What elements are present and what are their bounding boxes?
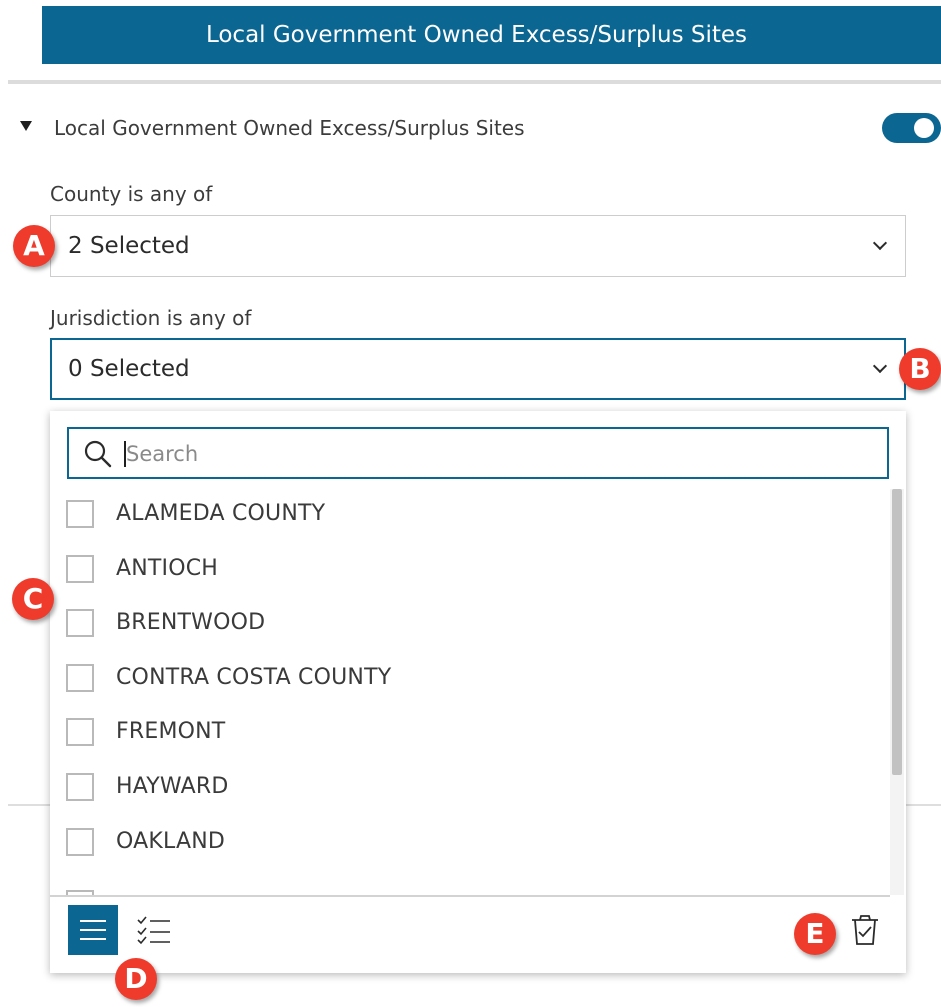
list-item-label: ANTIOCH — [116, 556, 219, 581]
option-list: ALAMEDA COUNTY ANTIOCH BRENTWOOD CONTRA … — [50, 489, 888, 895]
clear-selection-icon — [852, 915, 878, 945]
list-item-label: OAKLAND — [116, 829, 226, 854]
chevron-down-icon — [872, 358, 888, 374]
callout-a: A — [13, 225, 55, 267]
list-item-label: HAYWARD — [116, 774, 229, 799]
list-item[interactable]: ALAMEDA COUNTY — [66, 493, 866, 533]
list-item-label: CONTRA COSTA COUNTY — [116, 665, 392, 690]
checkbox[interactable] — [66, 718, 94, 746]
callout-e: E — [794, 913, 836, 955]
chevron-down-icon — [872, 235, 888, 251]
checkbox[interactable] — [66, 500, 94, 528]
list-view-button[interactable] — [68, 905, 118, 955]
scrollbar-thumb[interactable] — [892, 489, 902, 775]
list-item-label: ALAMEDA COUNTY — [116, 501, 326, 526]
scrollbar[interactable] — [890, 489, 904, 895]
page: Local Government Owned Excess/Surplus Si… — [0, 0, 941, 1007]
toggle-knob — [914, 118, 934, 138]
caret-down-icon[interactable] — [20, 121, 32, 131]
county-select[interactable]: 2 Selected — [50, 215, 906, 277]
checkbox[interactable] — [66, 664, 94, 692]
jurisdiction-dropdown: ALAMEDA COUNTY ANTIOCH BRENTWOOD CONTRA … — [50, 411, 906, 973]
list-item[interactable]: ANTIOCH — [66, 548, 866, 588]
list-item[interactable]: BRENTWOOD — [66, 602, 866, 642]
checkbox[interactable] — [66, 609, 94, 637]
list-view-icon — [80, 920, 106, 940]
list-item[interactable]: CONTRA COSTA COUNTY — [66, 657, 866, 697]
list-item[interactable]: OAKLAND — [66, 821, 866, 861]
panel-header: Local Government Owned Excess/Surplus Si… — [42, 6, 941, 64]
header-divider — [8, 80, 941, 84]
search-icon — [84, 440, 112, 468]
list-item-partial[interactable] — [66, 883, 866, 895]
list-item-label: FREMONT — [116, 719, 226, 744]
callout-b: B — [899, 348, 941, 390]
layer-toggle[interactable] — [882, 113, 941, 143]
list-item[interactable]: FREMONT — [66, 711, 866, 751]
footer-divider — [50, 895, 890, 897]
layer-title[interactable]: Local Government Owned Excess/Surplus Si… — [54, 114, 525, 142]
checkbox[interactable] — [66, 773, 94, 801]
county-filter-label: County is any of — [50, 182, 213, 206]
county-select-value: 2 Selected — [68, 233, 190, 259]
jurisdiction-select[interactable]: 0 Selected — [50, 338, 906, 400]
list-item-label: BRENTWOOD — [116, 610, 266, 635]
callout-c: C — [12, 578, 54, 620]
panel-header-title: Local Government Owned Excess/Surplus Si… — [205, 22, 748, 48]
clear-selection-button[interactable] — [840, 905, 890, 955]
search-input[interactable] — [126, 437, 866, 471]
selected-view-button[interactable] — [130, 905, 180, 955]
callout-d: D — [115, 958, 157, 1000]
jurisdiction-select-value: 0 Selected — [68, 356, 190, 382]
checklist-icon — [137, 916, 170, 945]
search-box[interactable] — [67, 427, 889, 479]
checkbox[interactable] — [66, 828, 94, 856]
list-item[interactable]: HAYWARD — [66, 766, 866, 806]
checkbox[interactable] — [66, 555, 94, 583]
jurisdiction-filter-label: Jurisdiction is any of — [50, 306, 252, 330]
